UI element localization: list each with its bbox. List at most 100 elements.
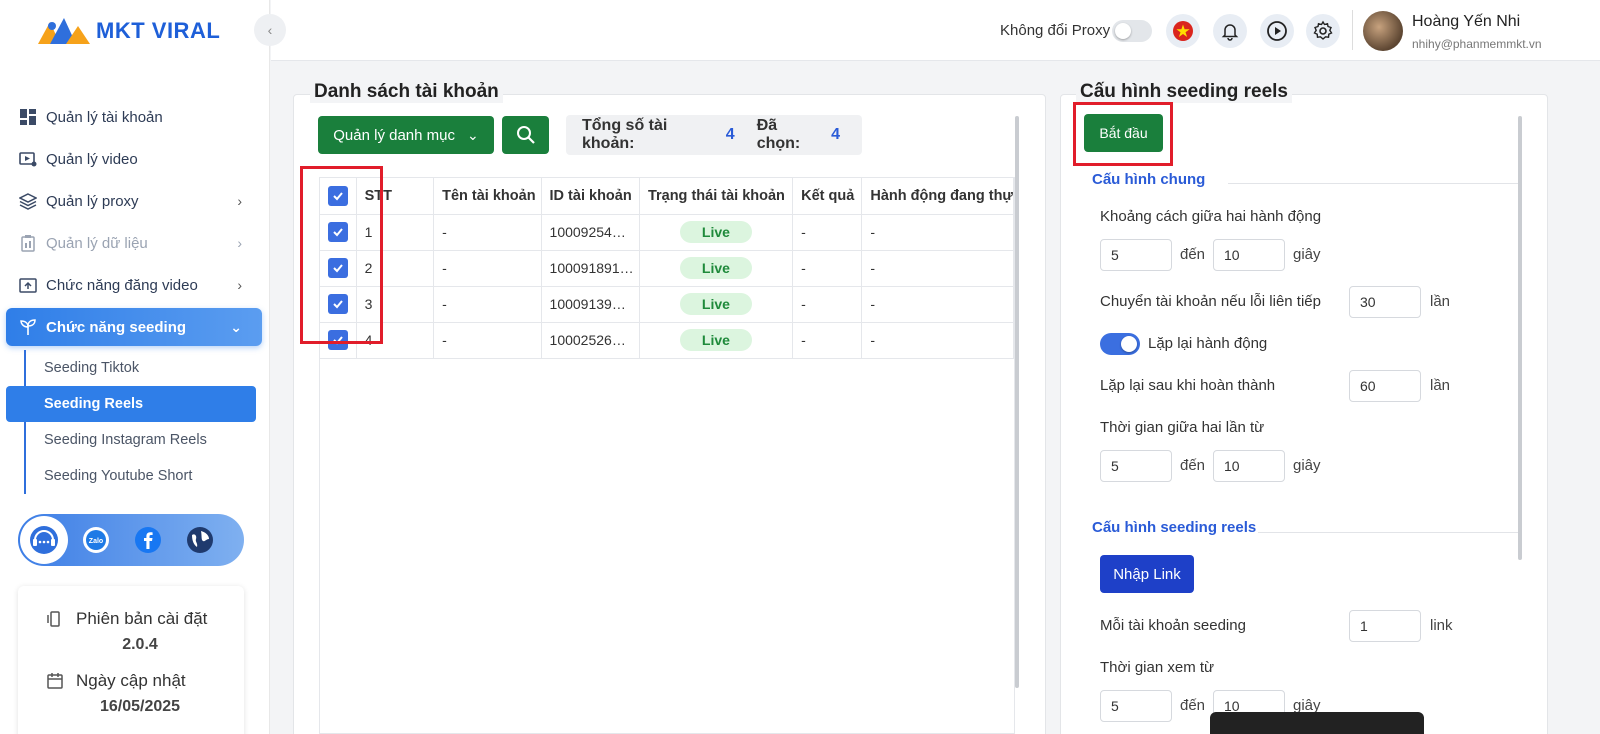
cell-result: - bbox=[792, 322, 863, 359]
play-circle-icon[interactable] bbox=[1260, 14, 1294, 48]
collapse-sidebar-button[interactable]: ‹ bbox=[254, 14, 286, 46]
times-label: lần bbox=[1430, 293, 1451, 310]
logo-mark-icon bbox=[36, 16, 94, 46]
sidebar-item-label: Chức năng đăng video bbox=[46, 276, 198, 294]
search-icon bbox=[516, 126, 535, 144]
cell-result: - bbox=[792, 286, 863, 323]
interval-to-input[interactable]: 10 bbox=[1213, 239, 1285, 271]
between-from-input[interactable]: 5 bbox=[1100, 450, 1172, 482]
table-row[interactable]: 3 - 10009139… Live - - bbox=[320, 286, 1014, 323]
seedling-icon bbox=[18, 317, 38, 337]
watch-from-input[interactable]: 5 bbox=[1100, 690, 1172, 722]
section-divider bbox=[1228, 183, 1518, 184]
accounts-scrollbar[interactable] bbox=[1015, 116, 1019, 688]
cell-action: - bbox=[861, 322, 1014, 359]
sidebar-item-video[interactable]: Quản lý video bbox=[0, 138, 270, 180]
interval-from-input[interactable]: 5 bbox=[1100, 239, 1172, 271]
config-scrollbar[interactable] bbox=[1518, 116, 1522, 560]
gear-icon[interactable] bbox=[1306, 14, 1340, 48]
repeat-after-input[interactable]: 60 bbox=[1349, 370, 1421, 402]
proxy-toggle[interactable] bbox=[1112, 20, 1152, 42]
col-account-status[interactable]: Trạng thái tài khoản bbox=[639, 178, 794, 215]
facebook-icon[interactable] bbox=[124, 516, 172, 564]
sidebar-nav: Quản lý tài khoản Quản lý video Quản lý … bbox=[0, 96, 270, 494]
section-divider bbox=[1258, 532, 1518, 533]
sidebar-item-proxy[interactable]: Quản lý proxy › bbox=[0, 180, 270, 222]
seeding-subnav: Seeding Tiktok Seeding Reels Seeding Ins… bbox=[6, 350, 270, 494]
video-icon bbox=[18, 149, 38, 169]
seconds-label: giây bbox=[1293, 246, 1321, 263]
cell-name: - bbox=[433, 322, 542, 359]
cell-result: - bbox=[792, 214, 863, 251]
switch-account-input[interactable]: 30 bbox=[1349, 286, 1421, 318]
logo: MKT VIRAL bbox=[36, 14, 220, 48]
sidebar-item-label: Quản lý tài khoản bbox=[46, 108, 163, 126]
repeat-after-label: Lặp lại sau khi hoàn thành bbox=[1100, 377, 1276, 394]
chevron-right-icon: › bbox=[237, 277, 242, 293]
chevron-down-icon: ⌄ bbox=[467, 126, 479, 143]
import-link-button[interactable]: Nhập Link bbox=[1100, 555, 1194, 593]
clipboard-icon bbox=[18, 233, 38, 253]
cell-status: Live bbox=[639, 322, 794, 359]
avatar[interactable] bbox=[1363, 11, 1403, 51]
per-account-label: Mỗi tài khoản seeding bbox=[1100, 617, 1246, 634]
seconds-label: giây bbox=[1293, 457, 1321, 474]
subnav-item-seeding-tiktok[interactable]: Seeding Tiktok bbox=[26, 350, 270, 386]
user-name: Hoàng Yến Nhi bbox=[1412, 13, 1521, 30]
status-badge: Live bbox=[679, 293, 752, 315]
per-account-input[interactable]: 1 bbox=[1349, 610, 1421, 642]
sidebar: MKT VIRAL Quản lý tài khoản Quản lý vide… bbox=[0, 0, 270, 734]
to-label: đến bbox=[1180, 246, 1206, 263]
account-stats: Tổng số tài khoản: 4 Đã chọn: 4 bbox=[566, 115, 862, 155]
sidebar-item-post-video[interactable]: Chức năng đăng video › bbox=[0, 264, 270, 306]
cell-name: - bbox=[433, 214, 542, 251]
sidebar-item-accounts[interactable]: Quản lý tài khoản bbox=[0, 96, 270, 138]
sidebar-item-label: Chức năng seeding bbox=[46, 318, 187, 336]
support-icon[interactable] bbox=[20, 516, 68, 564]
col-current-action[interactable]: Hành động đang thự bbox=[861, 178, 1014, 215]
category-manage-button[interactable]: Quản lý danh mục ⌄ bbox=[318, 116, 494, 154]
layers-icon bbox=[18, 191, 38, 211]
table-row[interactable]: 2 - 100091891… Live - - bbox=[320, 250, 1014, 287]
globe-icon[interactable] bbox=[176, 516, 224, 564]
between-to-input[interactable]: 10 bbox=[1213, 450, 1285, 482]
sidebar-item-seeding[interactable]: Chức năng seeding ⌄ bbox=[6, 308, 262, 346]
version-row: Phiên bản cài đặt bbox=[18, 606, 244, 632]
accounts-table: STT Tên tài khoản ID tài khoản Trạng thá… bbox=[319, 177, 1015, 734]
table-row[interactable]: 1 - 10009254… Live - - bbox=[320, 214, 1014, 251]
cell-id: 100091891… bbox=[541, 250, 640, 287]
start-highlight-box bbox=[1073, 102, 1173, 166]
bell-icon[interactable] bbox=[1213, 14, 1247, 48]
language-flag-icon[interactable] bbox=[1166, 14, 1200, 48]
repeat-action-toggle[interactable] bbox=[1100, 333, 1140, 355]
category-manage-label: Quản lý danh mục bbox=[333, 126, 455, 144]
to-label: đến bbox=[1180, 697, 1206, 714]
total-value: 4 bbox=[725, 126, 735, 143]
col-account-name[interactable]: Tên tài khoản bbox=[433, 178, 542, 215]
watch-time-label: Thời gian xem từ bbox=[1100, 659, 1215, 676]
subnav-item-seeding-reels[interactable]: Seeding Reels bbox=[6, 386, 256, 422]
chevron-right-icon: › bbox=[237, 193, 242, 209]
zalo-icon[interactable]: Zalo bbox=[72, 516, 120, 564]
selected-label: Đã chọn: bbox=[756, 117, 801, 152]
status-badge: Live bbox=[679, 257, 752, 279]
subnav-item-seeding-youtube-short[interactable]: Seeding Youtube Short bbox=[26, 458, 270, 494]
col-account-id[interactable]: ID tài khoản bbox=[541, 178, 640, 215]
search-button[interactable] bbox=[502, 116, 549, 154]
subnav-item-seeding-instagram-reels[interactable]: Seeding Instagram Reels bbox=[26, 422, 270, 458]
to-label: đến bbox=[1180, 457, 1206, 474]
switch-account-label: Chuyển tài khoản nếu lỗi liên tiếp bbox=[1100, 293, 1321, 310]
version-card: Phiên bản cài đặt 2.0.4 Ngày cập nhật 16… bbox=[18, 586, 244, 734]
general-config-title: Cấu hình chung bbox=[1092, 171, 1206, 188]
cell-name: - bbox=[433, 250, 542, 287]
col-result[interactable]: Kết quả bbox=[792, 178, 863, 215]
version-label: Phiên bản cài đặt bbox=[76, 609, 208, 628]
checkbox-highlight-box bbox=[300, 166, 383, 344]
upload-icon bbox=[18, 275, 38, 295]
device-icon bbox=[46, 610, 64, 628]
table-row[interactable]: 4 - 10002526… Live - - bbox=[320, 322, 1014, 359]
sidebar-item-data[interactable]: Quản lý dữ liệu › bbox=[0, 222, 270, 264]
table-header-row: STT Tên tài khoản ID tài khoản Trạng thá… bbox=[320, 178, 1014, 215]
update-row: Ngày cập nhật bbox=[18, 668, 244, 694]
sidebar-item-label: Quản lý video bbox=[46, 150, 138, 168]
